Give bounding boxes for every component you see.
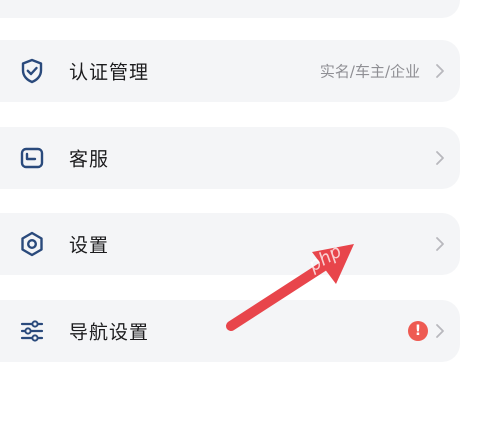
menu-item-navigation-settings[interactable]: 导航设置 ! [0,300,460,362]
menu-item-label: 导航设置 [69,321,150,344]
hexagon-gear-icon [21,231,43,257]
menu-item-customer-service[interactable]: 客服 [0,127,460,189]
menu-item-label: 客服 [69,148,110,171]
sliders-icon [20,320,44,342]
menu-item-label: 设置 [69,234,110,257]
alert-badge: ! [408,321,428,341]
menu-item-certification[interactable]: 认证管理 实名/车主/企业 [0,40,460,102]
menu-item-subtitle: 实名/车主/企业 [319,62,420,81]
chevron-right-icon [436,237,444,251]
chevron-right-icon [436,324,444,338]
menu-item-label: 认证管理 [69,61,150,84]
previous-menu-card [0,0,460,18]
menu-item-settings[interactable]: 设置 [0,213,460,275]
chevron-right-icon [436,64,444,78]
chevron-right-icon [436,151,444,165]
shield-check-icon [21,58,43,84]
message-box-icon [20,147,44,169]
